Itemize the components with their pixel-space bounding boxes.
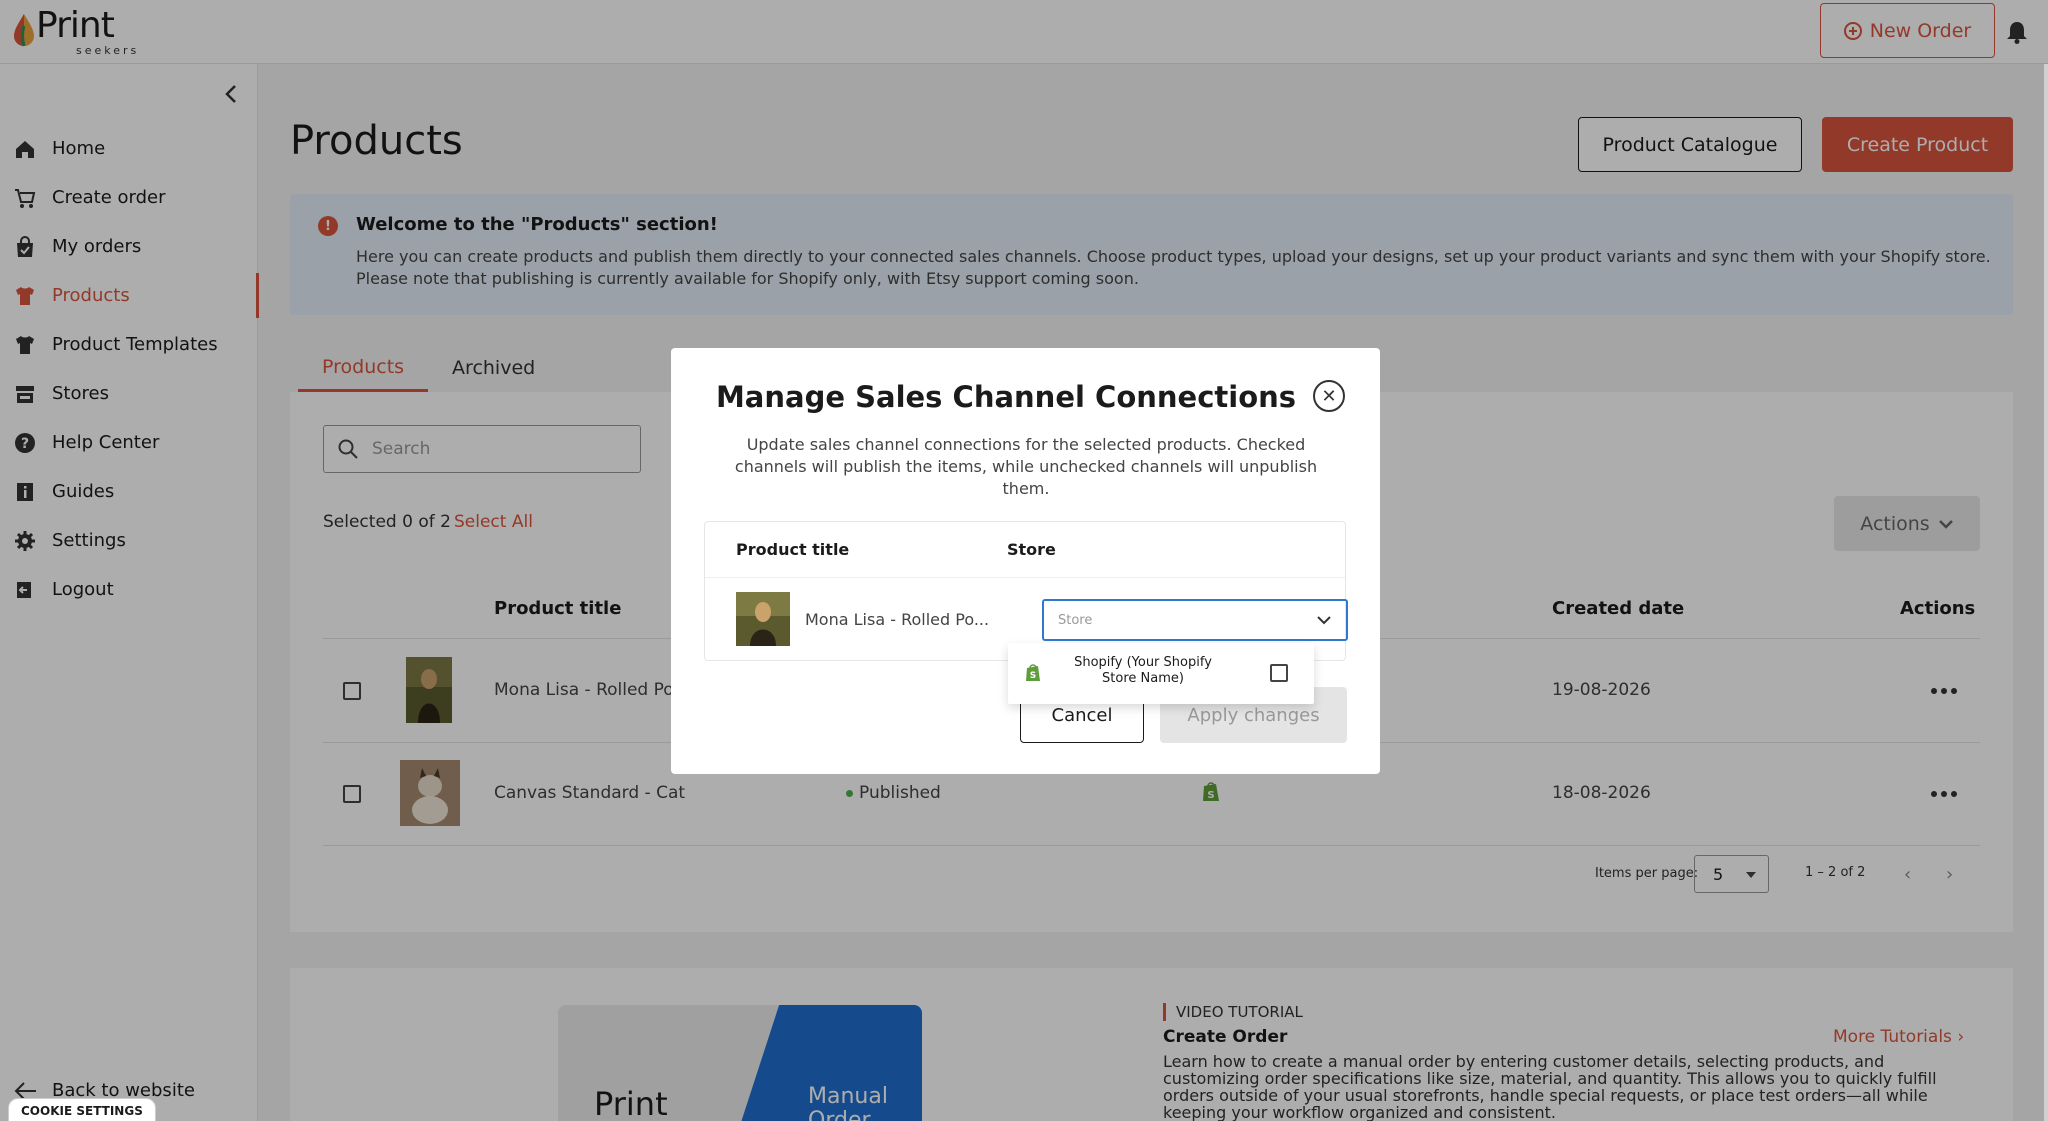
- store-select-placeholder: Store: [1058, 612, 1093, 628]
- product-thumbnail: [736, 592, 790, 646]
- modal-column-product: Product title: [736, 540, 850, 559]
- store-select[interactable]: Store: [1042, 599, 1348, 641]
- modal-title: Manage Sales Channel Connections: [715, 380, 1297, 414]
- page-scrollbar[interactable]: [2044, 64, 2048, 1121]
- modal-table: Product title Store Mona Lisa - Rolled P…: [704, 521, 1348, 661]
- manage-sales-channel-modal: Manage Sales Channel Connections ✕ Updat…: [671, 348, 1380, 774]
- store-option-label[interactable]: Shopify (Your Shopify Store Name): [1058, 655, 1228, 687]
- modal-column-store: Store: [1007, 540, 1056, 559]
- modal-description: Update sales channel connections for the…: [734, 435, 1318, 498]
- cookie-settings-button[interactable]: COOKIE SETTINGS: [8, 1098, 156, 1121]
- store-option-checkbox[interactable]: [1270, 664, 1288, 682]
- modal-product-title: Mona Lisa - Rolled Po...: [805, 610, 990, 629]
- modal-table-divider: [705, 577, 1345, 578]
- close-icon[interactable]: ✕: [1313, 380, 1345, 412]
- store-dropdown-menu: S Shopify (Your Shopify Store Name): [1008, 643, 1314, 704]
- svg-text:S: S: [1030, 671, 1036, 681]
- shopify-icon: S: [1026, 664, 1040, 681]
- chevron-down-icon: [1317, 616, 1331, 625]
